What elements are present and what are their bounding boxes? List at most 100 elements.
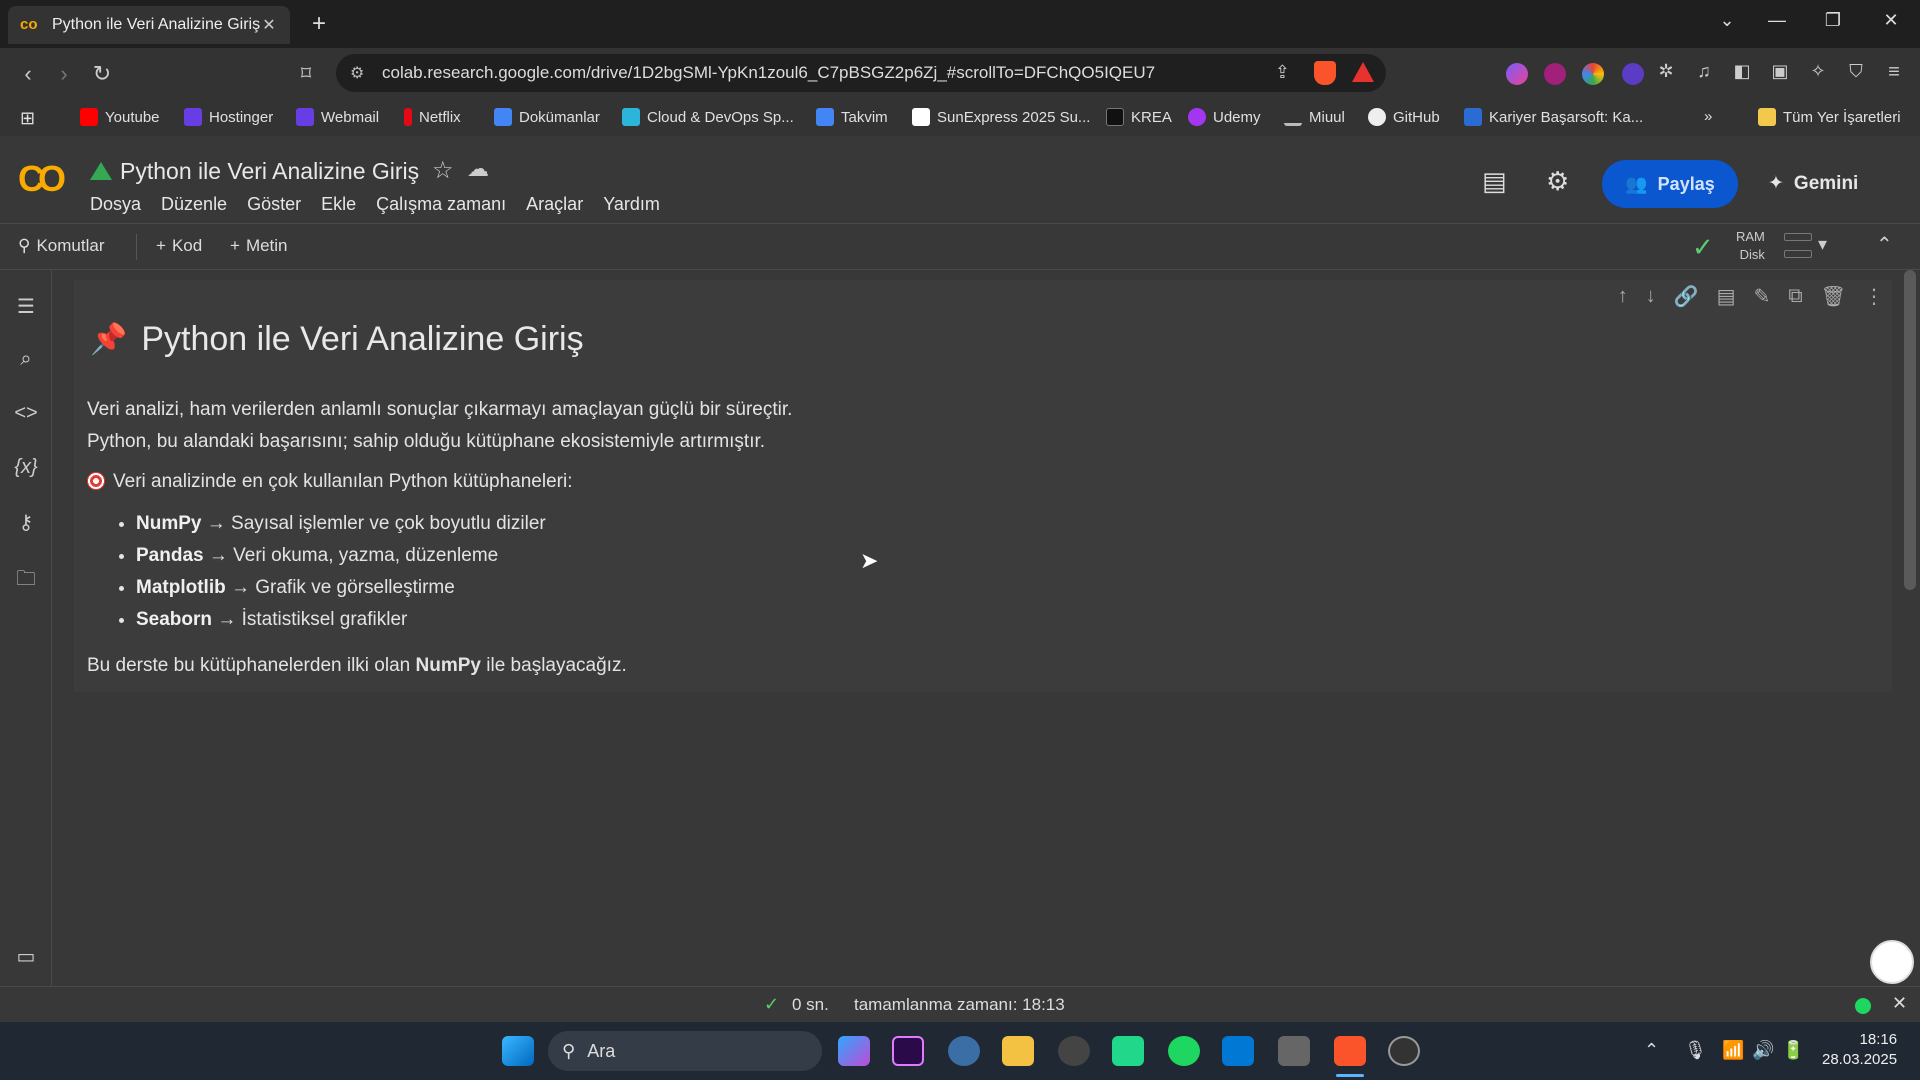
menu-ekle[interactable]: Ekle xyxy=(321,194,356,215)
bookmark-kariyer[interactable]: Kariyer Başarsoft: Ka... xyxy=(1464,108,1643,126)
tab-search-chevron-icon[interactable]: ⌄ xyxy=(1712,10,1742,31)
bookmark-github[interactable]: GitHub xyxy=(1368,108,1440,126)
all-bookmarks-folder[interactable]: Tüm Yer İşaretleri xyxy=(1758,108,1901,126)
bookmark-hostinger[interactable]: Hostinger xyxy=(184,108,273,126)
pycharm-icon[interactable] xyxy=(1112,1036,1144,1066)
extension-3-icon[interactable] xyxy=(1582,63,1604,85)
gemini-floating-icon[interactable] xyxy=(1870,940,1914,984)
bookmark-cloud-devops[interactable]: Cloud & DevOps Sp... xyxy=(622,108,794,126)
bookmark-sunexpress[interactable]: SunExpress 2025 Su... xyxy=(912,108,1090,126)
bookmark-takvim[interactable]: Takvim xyxy=(816,108,888,126)
brave-rewards-icon[interactable] xyxy=(1352,62,1374,82)
address-bar[interactable]: ⚙ colab.research.google.com/drive/1D2bgS… xyxy=(336,54,1386,92)
settings-app-icon[interactable] xyxy=(948,1036,980,1066)
copilot-icon[interactable] xyxy=(838,1036,870,1066)
extension-4-icon[interactable] xyxy=(1622,63,1644,85)
back-icon[interactable]: ‹ xyxy=(14,61,42,87)
taskbar-search[interactable]: ⚲ Ara xyxy=(548,1031,822,1071)
extension-2-icon[interactable] xyxy=(1544,63,1566,85)
system-clock[interactable]: 18:16 28.03.2025 xyxy=(1822,1030,1897,1070)
menu-dosya[interactable]: Dosya xyxy=(90,194,141,215)
brave-shields-icon[interactable] xyxy=(1314,61,1336,85)
comment-icon[interactable]: ▤ xyxy=(1717,284,1736,309)
edit-pencil-icon[interactable]: ✎ xyxy=(1754,284,1771,309)
wallet-icon[interactable]: ▣ xyxy=(1766,61,1794,82)
menu-yardim[interactable]: Yardım xyxy=(603,194,660,215)
extensions-icon[interactable]: ✲ xyxy=(1652,61,1680,82)
add-text-button[interactable]: + Metin xyxy=(230,236,288,256)
bookmark-icon[interactable]: ⌑ xyxy=(292,61,320,86)
add-code-button[interactable]: + Kod xyxy=(156,236,202,256)
battery-icon[interactable]: 🔋 xyxy=(1782,1040,1804,1061)
microphone-icon[interactable]: 🎙 xyxy=(1684,1040,1707,1061)
volume-icon[interactable]: 🔊 xyxy=(1752,1040,1774,1061)
bookmark-youtube[interactable]: Youtube xyxy=(80,108,160,126)
markdown-cell[interactable]: ↑ ↓ 🔗 ▤ ✎ ⧉ 🗑 ⋮ 📌 Python ile Veri Analiz… xyxy=(74,280,1892,692)
bookmark-dokumanlar[interactable]: Dokümanlar xyxy=(494,108,600,126)
bookmark-miuul[interactable]: Miuul xyxy=(1284,108,1345,126)
site-settings-icon[interactable]: ⚙ xyxy=(350,63,364,83)
minimize-icon[interactable]: — xyxy=(1762,10,1792,31)
unity-icon[interactable] xyxy=(1278,1036,1310,1066)
menu-goster[interactable]: Göster xyxy=(247,194,301,215)
runtime-dropdown-icon[interactable]: ▾ xyxy=(1818,234,1827,255)
colab-logo-icon[interactable]: CO xyxy=(18,158,66,200)
vpn-icon[interactable]: ⛉ xyxy=(1842,61,1870,82)
tray-overflow-icon[interactable]: ⌃ xyxy=(1644,1040,1659,1061)
spotify-icon[interactable] xyxy=(1168,1036,1200,1066)
cloud-save-icon[interactable]: ☁ xyxy=(467,156,489,182)
bookmark-webmail[interactable]: Webmail xyxy=(296,108,379,126)
code-snippets-icon[interactable]: <> xyxy=(12,402,40,425)
files-folder-icon[interactable]: 🗀 xyxy=(12,564,40,598)
star-icon[interactable]: ☆ xyxy=(432,156,454,185)
secrets-key-icon[interactable]: ⚷ xyxy=(12,510,40,535)
settings-gear-icon[interactable]: ⚙ xyxy=(1546,166,1569,197)
delete-icon[interactable]: 🗑 xyxy=(1821,284,1846,309)
bookmark-udemy[interactable]: Udemy xyxy=(1188,108,1261,126)
notebook-scrollbar[interactable] xyxy=(1904,270,1916,590)
notebook-title[interactable]: Python ile Veri Analizine Giriş xyxy=(120,158,419,185)
google-drive-icon[interactable] xyxy=(90,162,112,180)
browser-tab-active[interactable]: co Python ile Veri Analizine Giriş - ✕ xyxy=(8,6,290,44)
find-replace-icon[interactable]: ⌕ xyxy=(12,348,40,371)
sidebar-icon[interactable]: ◧ xyxy=(1728,61,1756,82)
table-of-contents-icon[interactable]: ☰ xyxy=(12,294,40,319)
resource-monitor[interactable]: RAM Disk xyxy=(1736,228,1765,264)
wifi-icon[interactable]: 📶 xyxy=(1722,1040,1744,1061)
brave-taskbar-icon[interactable] xyxy=(1334,1036,1366,1066)
collapse-header-icon[interactable]: ⌃ xyxy=(1876,232,1893,257)
file-explorer-icon[interactable] xyxy=(1002,1036,1034,1066)
extension-1-icon[interactable] xyxy=(1506,63,1528,85)
move-down-icon[interactable]: ↓ xyxy=(1646,285,1656,308)
premiere-icon[interactable] xyxy=(892,1036,924,1066)
share-button[interactable]: 👥 Paylaş xyxy=(1602,160,1738,208)
bookmark-krea[interactable]: KREA xyxy=(1106,108,1172,126)
reload-icon[interactable]: ↻ xyxy=(88,61,116,87)
close-window-icon[interactable]: ✕ xyxy=(1876,10,1906,31)
commands-button[interactable]: ⚲ Komutlar xyxy=(18,236,104,256)
more-options-icon[interactable]: ⋮ xyxy=(1864,284,1884,309)
new-tab-icon[interactable]: + xyxy=(312,10,326,38)
chatgpt-icon[interactable] xyxy=(1058,1036,1090,1066)
share-page-icon[interactable]: ⇪ xyxy=(1275,62,1290,83)
windows-start-icon[interactable] xyxy=(502,1036,534,1066)
move-up-icon[interactable]: ↑ xyxy=(1618,285,1628,308)
gemini-button[interactable]: ✦ Gemini xyxy=(1768,172,1858,195)
bookmark-netflix[interactable]: Netflix xyxy=(404,108,461,126)
apps-grid-icon[interactable]: ⊞ xyxy=(20,108,35,129)
close-tab-icon[interactable]: ✕ xyxy=(260,15,278,35)
menu-duzenle[interactable]: Düzenle xyxy=(161,194,227,215)
link-icon[interactable]: 🔗 xyxy=(1674,284,1699,309)
chatgpt-alt-icon[interactable] xyxy=(1388,1036,1420,1066)
terminal-icon[interactable]: ▭ xyxy=(12,944,40,969)
vscode-icon[interactable] xyxy=(1222,1036,1254,1066)
media-icon[interactable]: ♫ xyxy=(1690,61,1718,82)
variables-icon[interactable]: {x} xyxy=(12,456,40,479)
mirror-cell-icon[interactable]: ⧉ xyxy=(1788,285,1802,308)
restore-icon[interactable]: ❐ xyxy=(1818,10,1848,31)
leo-ai-icon[interactable]: ✧ xyxy=(1804,61,1832,82)
close-status-icon[interactable]: ✕ xyxy=(1892,993,1907,1014)
bookmarks-overflow-icon[interactable]: » xyxy=(1704,108,1712,125)
comments-icon[interactable]: ▤ xyxy=(1482,166,1507,197)
menu-calisma-zamani[interactable]: Çalışma zamanı xyxy=(376,194,506,215)
